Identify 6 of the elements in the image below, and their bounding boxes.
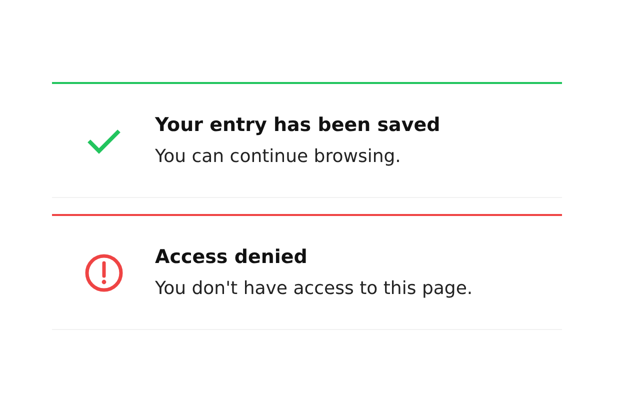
alert-message: You don't have access to this page. bbox=[155, 278, 473, 299]
alert-title: Your entry has been saved bbox=[155, 114, 440, 136]
alert-title: Access denied bbox=[155, 246, 308, 268]
exclamation-circle-icon bbox=[84, 252, 124, 292]
checkmark-icon bbox=[86, 126, 122, 154]
alert-message: You can continue browsing. bbox=[155, 146, 402, 167]
